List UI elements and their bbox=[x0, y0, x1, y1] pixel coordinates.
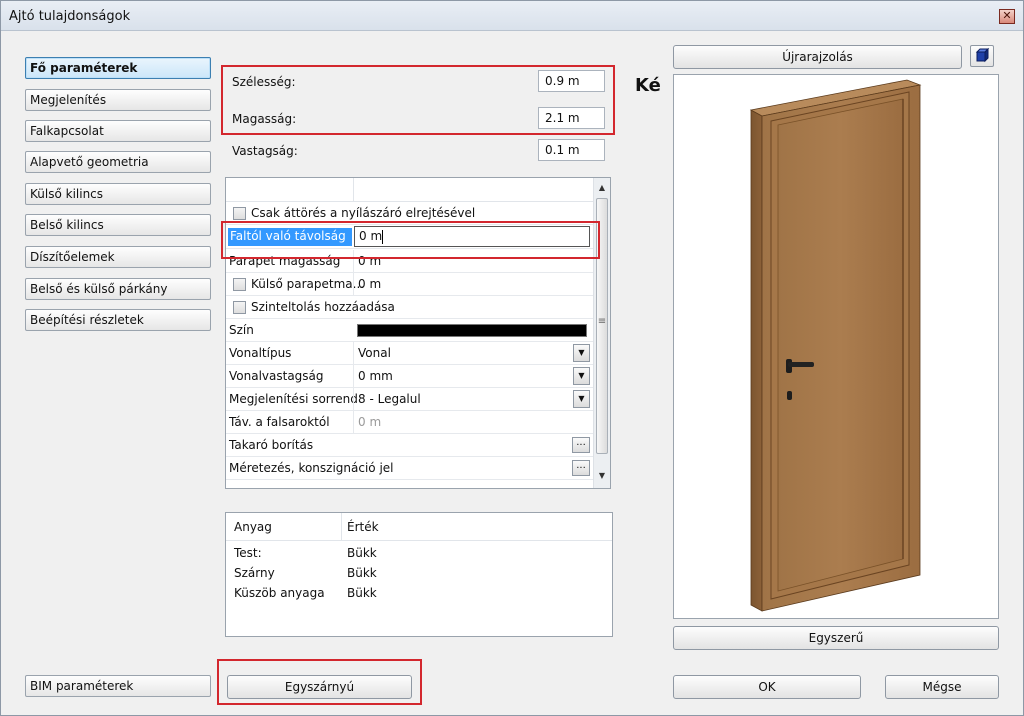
grid-row-wall-distance: Faltól való távolság 0 m bbox=[226, 225, 594, 249]
nav-display[interactable]: Megjelenítés bbox=[25, 89, 211, 111]
scroll-thumb[interactable]: ≡ bbox=[596, 198, 608, 454]
linetype-dropdown[interactable]: ▼ bbox=[573, 344, 590, 362]
display-order-value: 8 - Legalul bbox=[358, 392, 421, 406]
display-order-label: Megjelenítési sorrend bbox=[229, 392, 358, 406]
redraw-button[interactable]: Újrarajzolás bbox=[673, 45, 962, 69]
ok-button[interactable]: OK bbox=[673, 675, 861, 699]
nav-installation[interactable]: Beépítési részletek bbox=[25, 309, 211, 331]
cover-label: Takaró borítás bbox=[229, 438, 314, 452]
material-row[interactable]: Test: Bükk bbox=[226, 544, 612, 564]
view-3d-button[interactable] bbox=[970, 45, 994, 67]
grid-row-dimension: Méretezés, konszignáció jel ... bbox=[226, 457, 594, 480]
color-swatch[interactable] bbox=[357, 324, 587, 337]
nav-outer-handle[interactable]: Külső kilincs bbox=[25, 183, 211, 205]
linewidth-value: 0 mm bbox=[358, 369, 393, 383]
linetype-value: Vonal bbox=[358, 346, 391, 360]
preview-side-text: Ké bbox=[635, 75, 661, 96]
grid-row-color: Szín bbox=[226, 319, 594, 342]
grid-row-rebate: Táv. a falsaroktól 0 m bbox=[226, 411, 594, 434]
grid-row-linewidth: Vonalvastagság 0 mm ▼ bbox=[226, 365, 594, 388]
nav-main-params[interactable]: Fő paraméterek bbox=[25, 57, 211, 79]
color-label: Szín bbox=[229, 323, 254, 337]
door-3d-image bbox=[749, 79, 922, 612]
nav-inner-handle[interactable]: Belső kilincs bbox=[25, 214, 211, 236]
material-value: Bükk bbox=[347, 546, 377, 560]
nav-decorations[interactable]: Díszítőelemek bbox=[25, 246, 211, 268]
grid-row-display-order: Megjelenítési sorrend 8 - Legalul ▼ bbox=[226, 388, 594, 411]
wall-distance-input[interactable]: 0 m bbox=[354, 226, 590, 247]
material-name: Test: bbox=[234, 546, 262, 560]
cube-icon bbox=[975, 47, 990, 63]
scroll-up-arrow[interactable]: ▲ bbox=[594, 180, 610, 196]
bim-params-button[interactable]: BIM paraméterek bbox=[25, 675, 211, 697]
wall-distance-label: Faltól való távolság bbox=[230, 229, 346, 243]
grid-row-parapet: Parapet magasság 0 m bbox=[226, 250, 594, 273]
dimension-label: Méretezés, konszignáció jel bbox=[229, 461, 394, 475]
material-row[interactable]: Küszöb anyaga Bükk bbox=[226, 584, 612, 604]
door-type-button[interactable]: Egyszárnyú bbox=[227, 675, 412, 699]
cancel-button[interactable]: Mégse bbox=[885, 675, 999, 699]
ext-parapet-checkbox[interactable] bbox=[233, 278, 246, 291]
nav-sills[interactable]: Belső és külső párkány bbox=[25, 278, 211, 300]
title-bar: Ajtó tulajdonságok ✕ bbox=[1, 1, 1023, 31]
cut-only-checkbox[interactable] bbox=[233, 207, 246, 220]
materials-header: Anyag Érték bbox=[226, 513, 612, 541]
grid-row-linetype: Vonaltípus Vonal ▼ bbox=[226, 342, 594, 365]
materials-table: Anyag Érték Test: Bükk Szárny Bükk Küszö… bbox=[225, 512, 613, 637]
property-grid: Csak áttörés a nyílászáró elrejtésével F… bbox=[225, 177, 611, 489]
thickness-input[interactable]: 0.1 m bbox=[538, 139, 605, 161]
ext-parapet-value[interactable]: 0 m bbox=[358, 277, 381, 291]
grid-row-ext-parapet: Külső parapetma... 0 m bbox=[226, 273, 594, 296]
wall-distance-value: 0 m bbox=[359, 229, 383, 243]
grid-header bbox=[226, 178, 594, 202]
grid-row-cover: Takaró borítás ... bbox=[226, 434, 594, 457]
width-input[interactable]: 0.9 m bbox=[538, 70, 605, 92]
height-input[interactable]: 2.1 m bbox=[538, 107, 605, 129]
door-preview bbox=[673, 74, 999, 619]
dialog-window: Ajtó tulajdonságok ✕ Fő paraméterek Megj… bbox=[0, 0, 1024, 716]
scroll-down-arrow[interactable]: ▼ bbox=[594, 468, 610, 484]
width-label: Szélesség: bbox=[232, 75, 296, 89]
thickness-label: Vastagság: bbox=[232, 144, 298, 158]
close-button[interactable]: ✕ bbox=[999, 9, 1015, 24]
rebate-value: 0 m bbox=[358, 415, 382, 429]
grid-row-cut-only: Csak áttörés a nyílászáró elrejtésével bbox=[226, 202, 594, 225]
scroll-grip: ≡ bbox=[597, 316, 607, 327]
leveling-checkbox[interactable] bbox=[233, 301, 246, 314]
dimension-ellipsis-button[interactable]: ... bbox=[572, 460, 590, 476]
cover-ellipsis-button[interactable]: ... bbox=[572, 437, 590, 453]
material-row[interactable]: Szárny Bükk bbox=[226, 564, 612, 584]
cut-only-label: Csak áttörés a nyílászáró elrejtésével bbox=[251, 206, 476, 220]
materials-col-value: Érték bbox=[347, 520, 379, 534]
window-title: Ajtó tulajdonságok bbox=[9, 9, 131, 24]
ext-parapet-label: Külső parapetma... bbox=[251, 277, 365, 291]
grid-scrollbar[interactable]: ▲ ≡ ▼ bbox=[593, 178, 610, 488]
material-value: Bükk bbox=[347, 586, 377, 600]
nav-wall-connection[interactable]: Falkapcsolat bbox=[25, 120, 211, 142]
display-order-dropdown[interactable]: ▼ bbox=[573, 390, 590, 408]
linewidth-label: Vonalvastagság bbox=[229, 369, 324, 383]
linetype-label: Vonaltípus bbox=[229, 346, 292, 360]
simple-button[interactable]: Egyszerű bbox=[673, 626, 999, 650]
text-cursor bbox=[382, 230, 383, 244]
grid-row-leveling: Szinteltolás hozzáadása bbox=[226, 296, 594, 319]
materials-col-material: Anyag bbox=[234, 520, 272, 534]
parapet-label: Parapet magasság bbox=[229, 254, 341, 268]
height-label: Magasság: bbox=[232, 112, 297, 126]
leveling-label: Szinteltolás hozzáadása bbox=[251, 300, 395, 314]
rebate-label: Táv. a falsaroktól bbox=[229, 415, 330, 429]
material-value: Bükk bbox=[347, 566, 377, 580]
material-name: Szárny bbox=[234, 566, 275, 580]
linewidth-dropdown[interactable]: ▼ bbox=[573, 367, 590, 385]
material-name: Küszöb anyaga bbox=[234, 586, 325, 600]
parapet-value[interactable]: 0 m bbox=[358, 254, 381, 268]
nav-basic-geometry[interactable]: Alapvető geometria bbox=[25, 151, 211, 173]
